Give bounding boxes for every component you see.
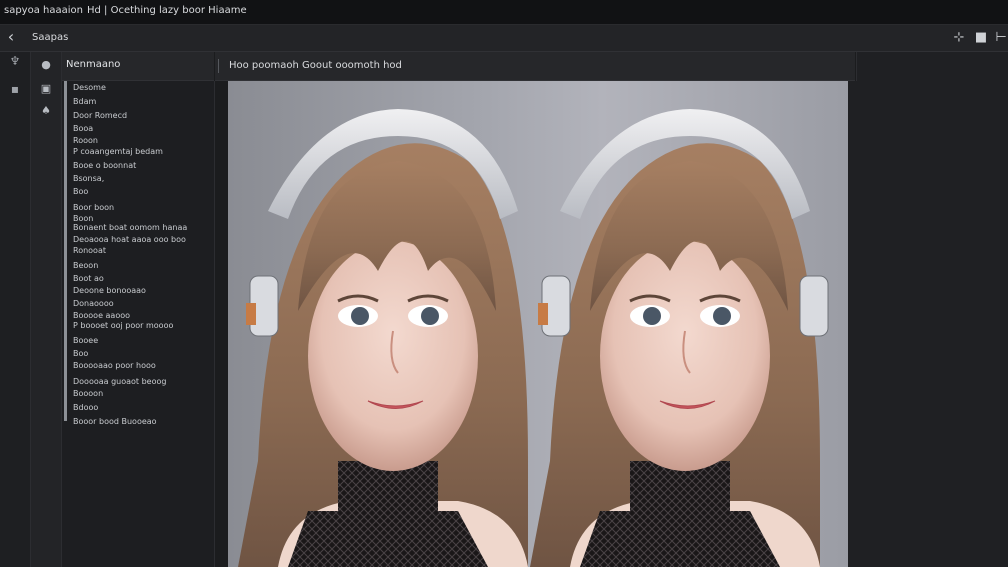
document-tabbar: Hoo poomaoh Goout ooomoth hod	[215, 52, 855, 81]
layer-item[interactable]: Bdooo	[73, 403, 98, 412]
layer-item[interactable]: P boooet ooj poor moooo	[73, 321, 173, 330]
layer-tool-button[interactable]: ▪	[6, 80, 24, 98]
app-title: sapyoa haaaion	[4, 5, 83, 16]
layer-item[interactable]: Door Romecd	[73, 111, 127, 120]
image-canvas[interactable]	[228, 81, 852, 567]
brush-button[interactable]: ♠	[37, 102, 55, 120]
layer-item[interactable]: Donaoooo	[73, 299, 114, 308]
layer-icon: ▪	[10, 82, 20, 96]
document-title: Hd | Ocething lazy boor Hiaame	[87, 5, 247, 16]
panel-header: Nenmaano	[62, 52, 214, 81]
panel-rail: ● ▣ ♠	[31, 52, 62, 567]
layer-item[interactable]: P coaangemtaj bedam	[73, 147, 163, 156]
layer-item[interactable]: Boooon	[73, 389, 103, 398]
layer-item[interactable]: Bdam	[73, 97, 96, 106]
view-button[interactable]: ■	[972, 28, 990, 48]
panel-title: Nenmaano	[66, 59, 121, 70]
top-toolbar: ‹ Saapas ⊹ ■ ⊢	[0, 25, 1008, 52]
layer-item[interactable]: Booee	[73, 336, 98, 345]
layer-item[interactable]: Booe o boonnat	[73, 161, 136, 170]
layer-item[interactable]: Booor bood Buooeao	[73, 417, 157, 426]
tab-divider	[218, 59, 219, 73]
hand-tool-button[interactable]: ♆	[6, 52, 24, 70]
layer-item[interactable]: Boo	[73, 349, 88, 358]
search-button[interactable]: Saapas	[24, 29, 212, 47]
chevron-left-icon: ‹	[7, 27, 15, 46]
canvas-image	[238, 109, 829, 567]
layer-item[interactable]: Booa	[73, 124, 93, 133]
square-icon: ■	[974, 30, 988, 45]
layer-item[interactable]: Beoon	[73, 261, 98, 270]
document-tab[interactable]: Hoo poomaoh Goout ooomoth hod	[229, 60, 402, 71]
layer-item[interactable]: Boon	[73, 214, 93, 223]
crop-button[interactable]: ⊹	[950, 28, 968, 48]
layer-item[interactable]: Rooon	[73, 136, 98, 145]
window-titlebar: sapyoa haaaion Hd | Ocething lazy boor H…	[0, 0, 1008, 25]
layer-item[interactable]: Booooaao poor hooo	[73, 361, 156, 370]
expand-button[interactable]: ⊢	[992, 28, 1008, 48]
thumbnail-button[interactable]: ▣	[37, 80, 55, 98]
layers-panel: Desome Bdam Door Romecd Booa Rooon P coaangem…	[62, 81, 215, 567]
back-button[interactable]: ‹	[2, 27, 20, 47]
portrait-right	[530, 109, 829, 567]
canvas-edge	[848, 81, 860, 567]
layer-item[interactable]: Booooe aaooo	[73, 311, 130, 320]
layer-item[interactable]: Boo	[73, 187, 88, 196]
layer-item[interactable]: Deoaooa hoat aaoa ooo boo	[73, 235, 186, 244]
visibility-button[interactable]: ●	[37, 56, 55, 74]
layer-item[interactable]: Boor boon	[73, 203, 114, 212]
hand-icon: ♆	[9, 54, 21, 68]
thumbnail-icon: ▣	[40, 82, 52, 95]
right-panel	[856, 52, 1008, 567]
layer-item[interactable]: Bonaent boat oomom hanaa	[73, 223, 187, 232]
brush-icon: ♠	[41, 104, 51, 117]
eye-icon: ●	[41, 58, 51, 71]
layer-item[interactable]: Deoone bonooaao	[73, 286, 146, 295]
layer-item[interactable]: Ronooat	[73, 246, 106, 255]
layer-item[interactable]: Boot ao	[73, 274, 104, 283]
layer-item[interactable]: Bsonsa,	[73, 174, 104, 183]
tool-rail: ♆ ▪	[0, 52, 31, 567]
portrait-left	[238, 109, 528, 567]
layer-item[interactable]: Dooooaa guoaot beoog	[73, 377, 166, 386]
expand-icon: ⊢	[995, 30, 1007, 45]
crop-icon: ⊹	[953, 30, 965, 45]
panel-scrollbar[interactable]	[64, 81, 67, 421]
layer-item[interactable]: Desome	[73, 83, 106, 92]
